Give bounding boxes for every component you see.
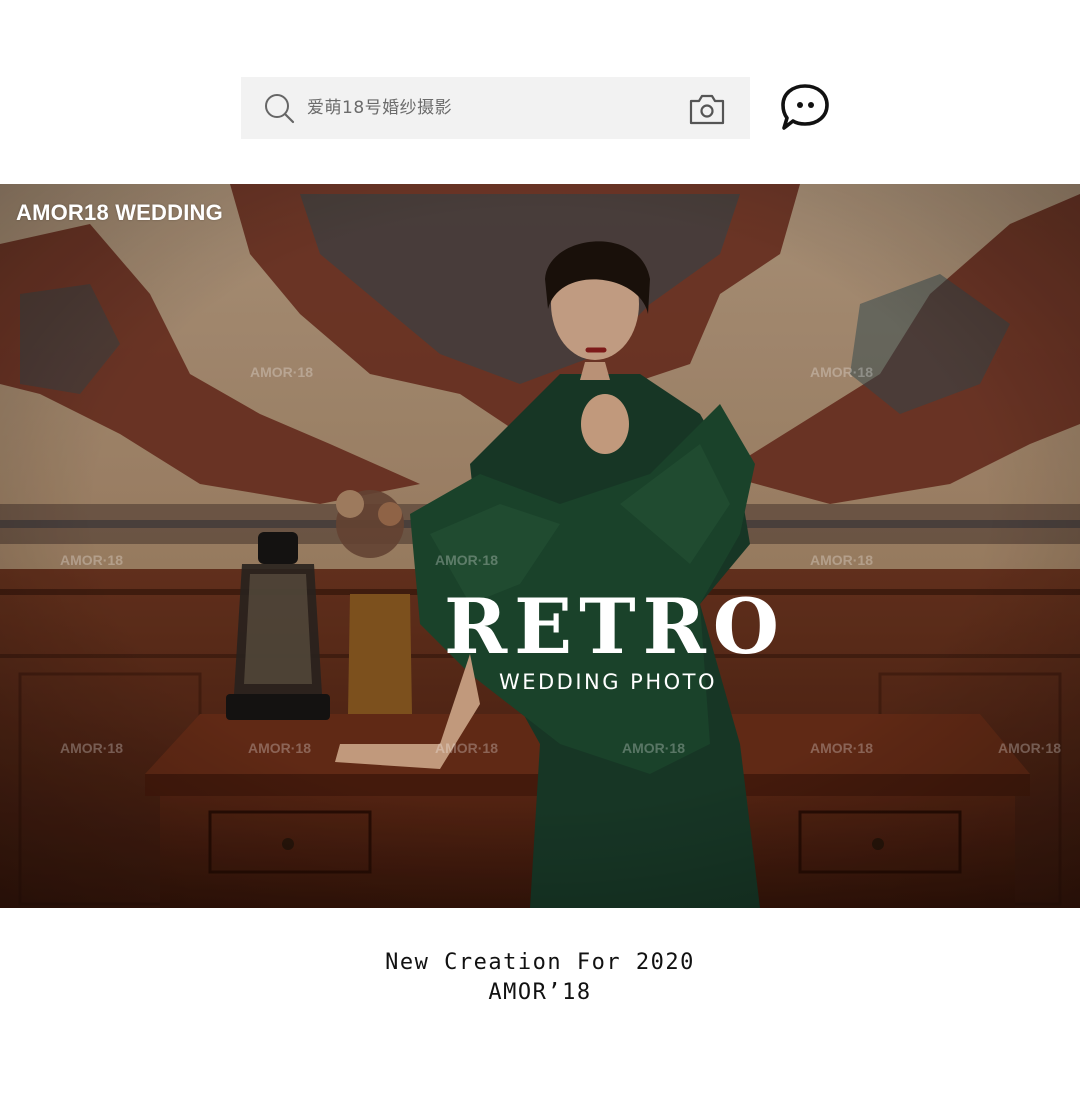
watermark: AMOR·18 bbox=[435, 740, 499, 756]
watermark: AMOR·18 bbox=[248, 740, 312, 756]
camera-icon[interactable] bbox=[687, 92, 727, 126]
brand-tag: AMOR18 WEDDING bbox=[16, 200, 223, 225]
caption-line-2: AMOR’18 bbox=[488, 980, 592, 1005]
watermark: AMOR·18 bbox=[250, 364, 314, 380]
watermark: AMOR·18 bbox=[810, 552, 874, 568]
watermark: AMOR·18 bbox=[998, 740, 1062, 756]
search-bar[interactable]: 爱萌18号婚纱摄影 bbox=[241, 77, 750, 139]
chat-bubble-icon[interactable] bbox=[779, 82, 831, 132]
watermark: AMOR·18 bbox=[810, 364, 874, 380]
watermark: AMOR·18 bbox=[60, 740, 124, 756]
hero-title: RETRO bbox=[443, 582, 786, 671]
search-icon bbox=[265, 94, 295, 124]
caption-line-1: New Creation For 2020 bbox=[385, 950, 695, 975]
watermark: AMOR·18 bbox=[60, 552, 124, 568]
search-input[interactable]: 爱萌18号婚纱摄影 bbox=[307, 77, 452, 139]
watermark: AMOR·18 bbox=[622, 740, 686, 756]
watermark: AMOR·18 bbox=[435, 552, 499, 568]
hero-subtitle: WEDDING PHOTO bbox=[498, 670, 718, 694]
watermark: AMOR·18 bbox=[810, 740, 874, 756]
hero-photo bbox=[0, 184, 1080, 908]
hero-banner[interactable]: AMOR18 WEDDING AMOR·18 AMOR·18 AMOR·18 A… bbox=[0, 184, 1080, 908]
